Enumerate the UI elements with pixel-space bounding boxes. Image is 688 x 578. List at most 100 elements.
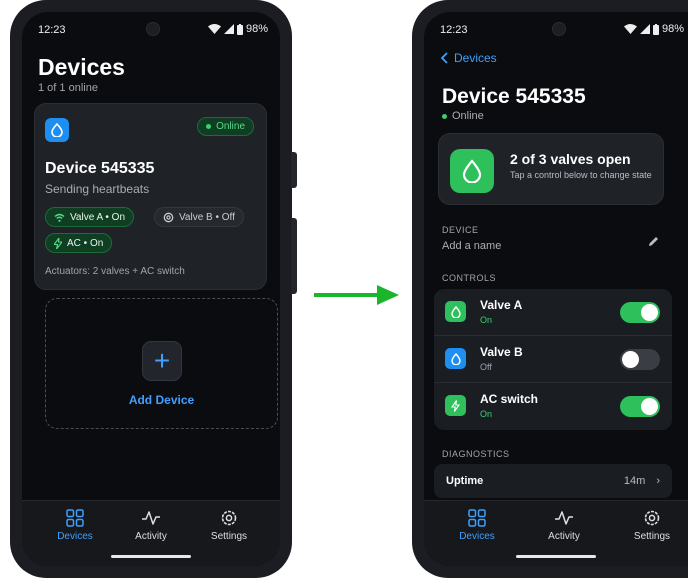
camera-cutout — [146, 22, 160, 36]
tab-activity[interactable]: Activity — [116, 507, 186, 542]
battery-percent: 98% — [245, 23, 268, 35]
signal-icon — [223, 24, 234, 34]
online-label: Online — [452, 110, 484, 122]
control-state: Off — [480, 362, 492, 372]
tab-label: Devices — [459, 531, 495, 542]
status-badge-label: Online — [216, 121, 245, 132]
bolt-icon — [445, 395, 466, 416]
controls-section-header: CONTROLS — [442, 273, 497, 283]
status-icons: 98% — [207, 23, 268, 35]
control-name: AC switch — [480, 392, 539, 406]
uptime-row[interactable]: Uptime 14m › — [434, 464, 672, 498]
device-name-field[interactable]: Add a name — [442, 240, 501, 252]
back-label: Devices — [454, 51, 497, 65]
control-name: Valve A — [480, 298, 523, 312]
valve-a-chip: Valve A • On — [45, 207, 135, 227]
device-section-header: DEVICE — [442, 225, 479, 235]
online-dot — [206, 124, 212, 129]
battery-icon — [236, 23, 243, 35]
control-name: Valve B — [480, 345, 523, 359]
status-time: 12:23 — [38, 24, 66, 36]
ac-switch-toggle[interactable] — [620, 396, 660, 417]
grid-icon — [468, 509, 486, 527]
status-badge: Online — [197, 117, 254, 136]
gear-icon — [163, 212, 174, 222]
toggle-knob — [641, 398, 658, 415]
grid-icon — [66, 509, 84, 527]
tab-label: Devices — [57, 531, 93, 542]
devices-screen: 12:23 98% Devices 1 of 1 online Online D… — [22, 12, 280, 566]
chip-label: Valve A • On — [70, 211, 126, 223]
uptime-label: Uptime — [446, 475, 484, 487]
chip-label: Valve B • Off — [179, 211, 235, 223]
phone-device-detail: 12:23 98% Devices Device 545335 Online 2… — [412, 0, 688, 578]
control-row-valve-b[interactable]: Valve B Off — [434, 336, 672, 383]
tab-label: Activity — [548, 531, 580, 542]
control-state: On — [480, 315, 493, 325]
camera-cutout — [552, 22, 566, 36]
phone-devices-list: 12:23 98% Devices 1 of 1 online Online D… — [10, 0, 292, 578]
ac-chip: AC • On — [45, 233, 113, 253]
wifi-icon — [207, 24, 221, 34]
uptime-value-text: 14m — [623, 475, 646, 487]
transition-arrow-line — [314, 293, 378, 297]
droplet-icon — [450, 149, 494, 193]
tab-label: Settings — [633, 531, 671, 542]
online-status: Online — [442, 110, 484, 122]
online-dot — [442, 113, 447, 119]
device-card[interactable]: Online Device 545335 Sending heartbeats … — [34, 103, 267, 290]
droplet-icon — [45, 118, 69, 142]
add-device-label: Add Device — [128, 393, 195, 407]
tab-devices[interactable]: Devices — [40, 507, 110, 542]
add-device-card[interactable]: + Add Device — [45, 298, 278, 429]
tab-activity[interactable]: Activity — [529, 507, 599, 542]
arrow-right-icon — [377, 285, 399, 305]
control-row-ac-switch[interactable]: AC switch On — [434, 383, 672, 430]
wifi-icon — [623, 24, 637, 34]
bolt-icon — [54, 237, 62, 249]
tab-devices[interactable]: Devices — [442, 507, 512, 542]
status-bar: 12:23 98% — [22, 12, 280, 48]
control-row-valve-a[interactable]: Valve A On — [434, 289, 672, 336]
tab-settings[interactable]: Settings — [617, 507, 687, 542]
tab-bar: Devices Activity Settings — [424, 500, 688, 566]
pulse-icon — [555, 511, 573, 525]
online-count: 1 of 1 online — [38, 82, 98, 94]
status-icons: 98% — [623, 23, 684, 35]
device-detail-screen: 12:23 98% Devices Device 545335 Online 2… — [424, 12, 688, 566]
wifi-icon — [54, 213, 65, 222]
phone-side-button — [291, 152, 297, 188]
chip-label: AC • On — [67, 237, 104, 249]
tab-bar: Devices Activity Settings — [22, 500, 280, 566]
signal-icon — [639, 24, 650, 34]
page-title: Device 545335 — [442, 85, 586, 108]
tab-label: Settings — [210, 531, 248, 542]
plus-icon[interactable]: + — [142, 341, 182, 381]
tab-label: Activity — [135, 531, 167, 542]
battery-percent: 98% — [661, 23, 684, 35]
tab-settings[interactable]: Settings — [194, 507, 264, 542]
valve-b-toggle[interactable] — [620, 349, 660, 370]
summary-subtitle: Tap a control below to change state — [510, 170, 652, 180]
controls-list: Valve A On Valve B Off AC switch On — [434, 289, 672, 430]
droplet-icon — [445, 301, 466, 322]
valves-summary-card: 2 of 3 valves open Tap a control below t… — [438, 133, 664, 205]
valve-a-toggle[interactable] — [620, 302, 660, 323]
home-indicator[interactable] — [516, 555, 596, 558]
status-bar: 12:23 98% — [424, 12, 688, 48]
chevron-right-icon: › — [656, 475, 660, 487]
home-indicator[interactable] — [111, 555, 191, 558]
actuators-summary: Actuators: 2 valves + AC switch — [45, 266, 185, 277]
phone-volume-button — [291, 218, 297, 294]
diagnostics-section-header: DIAGNOSTICS — [442, 449, 510, 459]
summary-title: 2 of 3 valves open — [510, 151, 631, 167]
toggle-knob — [622, 351, 639, 368]
gear-icon — [644, 510, 660, 526]
battery-icon — [652, 23, 659, 35]
edit-pencil-icon[interactable] — [647, 235, 660, 253]
back-button[interactable]: Devices — [440, 51, 497, 65]
droplet-icon — [445, 348, 466, 369]
device-name: Device 545335 — [45, 160, 155, 177]
chevron-left-icon — [440, 52, 448, 64]
page-title: Devices — [38, 54, 125, 80]
